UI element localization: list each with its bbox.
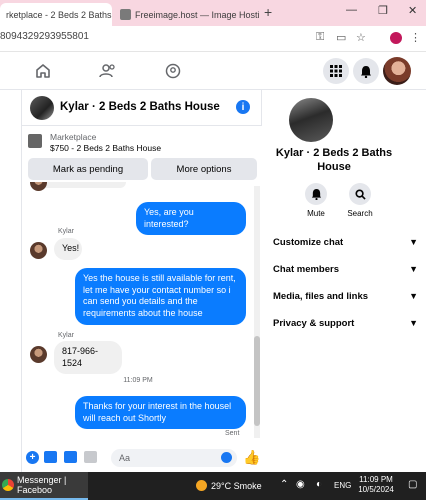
account-avatar[interactable] bbox=[383, 57, 411, 85]
message-bubble-incoming: Yes! bbox=[54, 238, 82, 260]
chat-panel: Kylar · 2 Beds 2 Baths House i Marketpla… bbox=[22, 90, 262, 472]
home-icon[interactable] bbox=[32, 60, 54, 82]
chat-header: Kylar · 2 Beds 2 Baths House i bbox=[22, 90, 262, 126]
left-sidebar-strip bbox=[0, 90, 22, 472]
section-label: Customize chat bbox=[273, 236, 344, 248]
menu-dots-icon[interactable]: ⋮ bbox=[410, 31, 421, 44]
bell-icon bbox=[305, 183, 327, 205]
plus-icon[interactable]: + bbox=[26, 451, 39, 464]
search-label: Search bbox=[347, 209, 373, 218]
section-privacy-support[interactable]: Privacy & support ▼ bbox=[273, 312, 418, 334]
url-text[interactable]: 8094329293955801 bbox=[0, 31, 89, 42]
message-sender: Kylar bbox=[58, 332, 74, 339]
browser-tab-strip: rketplace - 2 Beds 2 Baths H × Freeimage… bbox=[0, 0, 426, 26]
close-window-icon[interactable]: ✕ bbox=[408, 4, 417, 17]
sticker-icon[interactable] bbox=[64, 451, 77, 463]
sun-icon bbox=[196, 480, 207, 491]
section-label: Privacy & support bbox=[273, 317, 355, 329]
contact-avatar[interactable] bbox=[30, 242, 47, 259]
message-bubble-outgoing: Thanks for your interest in the housel w… bbox=[75, 396, 246, 430]
taskbar-app-label: Messenger | Faceboo bbox=[17, 475, 67, 495]
chrome-icon bbox=[2, 479, 14, 491]
section-chat-members[interactable]: Chat members ▼ bbox=[273, 258, 418, 280]
favicon-icon bbox=[120, 9, 131, 20]
restore-icon[interactable]: ❐ bbox=[378, 4, 388, 17]
sent-status: Sent bbox=[225, 430, 240, 437]
minimize-icon[interactable]: — bbox=[346, 4, 357, 16]
groups-icon[interactable] bbox=[162, 60, 184, 82]
info-icon[interactable]: i bbox=[236, 100, 250, 114]
facebook-nav bbox=[0, 52, 426, 90]
listing-photo[interactable] bbox=[289, 98, 333, 142]
chevron-down-icon: ▼ bbox=[409, 291, 418, 301]
conversation-details-panel: Kylar · 2 Beds 2 Baths House Mute Search… bbox=[262, 90, 426, 472]
key-icon[interactable]: ⚿ bbox=[316, 31, 324, 44]
chat-avatar[interactable] bbox=[30, 96, 54, 120]
notification-center-icon[interactable]: ▢ bbox=[408, 479, 417, 490]
message-list[interactable]: Yes, are you interested? Kylar Yes! Yes … bbox=[22, 182, 262, 444]
mute-button[interactable]: Mute bbox=[296, 183, 336, 218]
message-sender: Kylar bbox=[58, 228, 74, 235]
mark-as-pending-button[interactable]: Mark as pending bbox=[28, 158, 148, 180]
profile-icon[interactable] bbox=[390, 32, 402, 44]
network-icon[interactable]: ◉ bbox=[296, 479, 305, 490]
speaker-icon[interactable]: ◐ bbox=[316, 479, 322, 490]
mute-label: Mute bbox=[307, 209, 325, 218]
section-customize-chat[interactable]: Customize chat ▼ bbox=[273, 231, 418, 253]
scrollbar[interactable] bbox=[254, 186, 260, 438]
friends-icon[interactable] bbox=[97, 60, 119, 82]
apps-grid-icon[interactable] bbox=[323, 58, 349, 84]
section-label: Media, files and links bbox=[273, 290, 369, 302]
taskbar-chrome-app[interactable]: Messenger | Faceboo bbox=[0, 472, 88, 500]
listing-title[interactable]: $750 - 2 Beds 2 Baths House bbox=[50, 143, 161, 153]
scrollbar-thumb[interactable] bbox=[254, 336, 260, 426]
tab-title: rketplace - 2 Beds 2 Baths H bbox=[6, 9, 112, 20]
chevron-down-icon: ▼ bbox=[409, 237, 418, 247]
thumbs-up-icon[interactable]: 👍 bbox=[243, 449, 260, 466]
clock[interactable]: 11:09 PM 10/5/2024 bbox=[354, 475, 398, 496]
message-bubble-incoming: 817-966-1524 bbox=[54, 341, 122, 375]
notifications-bell-icon[interactable] bbox=[353, 58, 379, 84]
contact-avatar[interactable] bbox=[30, 346, 47, 363]
contact-avatar[interactable] bbox=[30, 182, 47, 191]
bookmark-star-icon[interactable]: ☆ bbox=[356, 31, 366, 44]
tab-marketplace[interactable]: rketplace - 2 Beds 2 Baths H × bbox=[0, 3, 112, 26]
message-composer: + Aa 👍 bbox=[22, 444, 262, 472]
message-bubble-outgoing: Yes the house is still available for ren… bbox=[75, 268, 246, 325]
clock-time: 11:09 PM bbox=[359, 475, 393, 484]
weather-widget[interactable]: 29°C Smoke bbox=[196, 480, 262, 491]
chevron-up-icon[interactable]: ⌃ bbox=[280, 479, 288, 490]
search-button[interactable]: Search bbox=[340, 183, 380, 218]
weather-text: 29°C Smoke bbox=[211, 480, 262, 491]
more-options-button[interactable]: More options bbox=[151, 158, 257, 180]
taskbar: Messenger | Faceboo 29°C Smoke ⌃ ◉ ◐ ENG… bbox=[0, 472, 426, 500]
search-icon bbox=[349, 183, 371, 205]
conversation-name: Kylar · 2 Beds 2 Baths House bbox=[275, 147, 393, 173]
listing-thumbnail[interactable] bbox=[28, 134, 42, 148]
chevron-down-icon: ▼ bbox=[409, 318, 418, 328]
message-input-placeholder: Aa bbox=[119, 453, 131, 463]
chat-title[interactable]: Kylar · 2 Beds 2 Baths House bbox=[60, 101, 220, 113]
cast-icon[interactable]: ▭ bbox=[336, 31, 346, 44]
tab-freeimage[interactable]: Freeimage.host — Image Hosti × bbox=[114, 3, 260, 26]
tab-title: Freeimage.host — Image Hosti bbox=[135, 9, 260, 20]
language-indicator[interactable]: ENG bbox=[334, 481, 351, 490]
chevron-down-icon: ▼ bbox=[409, 264, 418, 274]
emoji-icon[interactable] bbox=[221, 452, 232, 463]
section-label: Chat members bbox=[273, 263, 339, 275]
clock-date: 10/5/2024 bbox=[358, 485, 394, 495]
new-tab-button[interactable]: + bbox=[264, 4, 272, 20]
gif-icon[interactable] bbox=[84, 451, 97, 463]
marketplace-label: Marketplace bbox=[50, 132, 97, 142]
message-bubble-outgoing: Yes, are you interested? bbox=[136, 202, 246, 236]
photo-icon[interactable] bbox=[44, 451, 57, 463]
message-timestamp: 11:09 PM bbox=[123, 377, 153, 384]
address-bar: 8094329293955801 ⚿ ▭ ☆ ⋮ bbox=[0, 26, 426, 52]
section-media-files-links[interactable]: Media, files and links ▼ bbox=[273, 285, 418, 307]
message-input[interactable]: Aa bbox=[111, 449, 237, 467]
